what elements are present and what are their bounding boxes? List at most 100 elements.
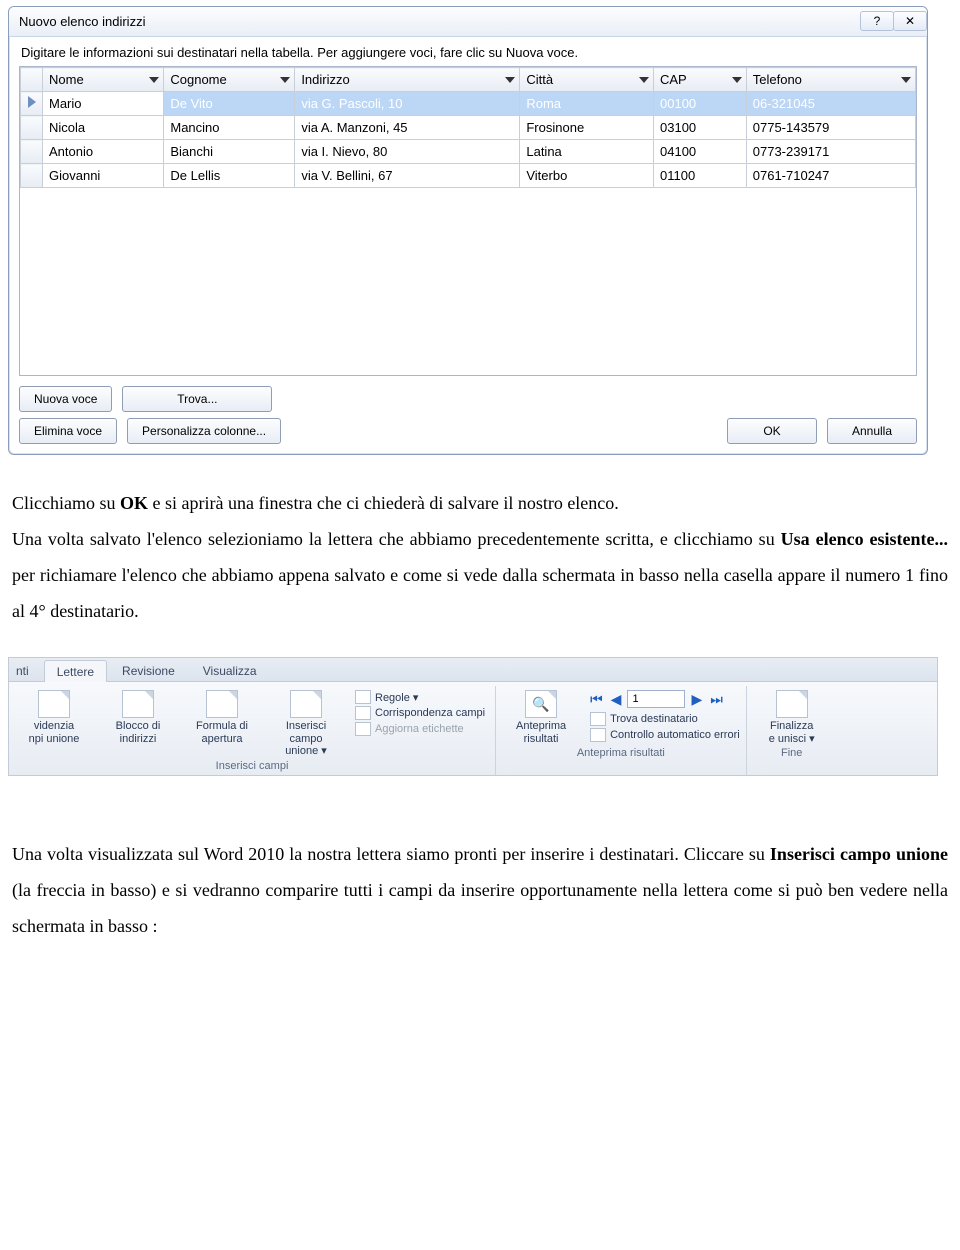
find-button[interactable]: Trova... <box>122 386 272 412</box>
chevron-down-icon[interactable] <box>732 77 742 83</box>
table-cell[interactable]: Nicola <box>43 116 164 140</box>
auto-check-errors-button[interactable]: Controllo automatico errori <box>590 728 740 742</box>
table-cell[interactable]: 01100 <box>654 164 747 188</box>
table-cell[interactable]: Viterbo <box>520 164 654 188</box>
close-button[interactable]: ✕ <box>893 11 927 31</box>
table-cell[interactable]: 0773-239171 <box>746 140 915 164</box>
table-cell[interactable]: 0761-710247 <box>746 164 915 188</box>
column-header-nome[interactable]: Nome <box>43 68 164 92</box>
help-button[interactable]: ? <box>860 11 894 31</box>
table-row[interactable]: GiovanniDe Lellisvia V. Bellini, 67Viter… <box>21 164 916 188</box>
column-header-citta[interactable]: Città <box>520 68 654 92</box>
address-grid[interactable]: Nome Cognome Indirizzo Città CAP Telefon… <box>19 66 917 376</box>
current-row-icon <box>28 96 36 108</box>
table-cell[interactable]: 06-321045 <box>746 92 915 116</box>
record-navigator: ⏮ ◀ ▶ ⏭ <box>586 688 740 710</box>
finish-merge-button[interactable]: Finalizzae unisci ▾ <box>753 688 831 745</box>
update-labels-button: Aggiorna etichette <box>355 722 485 736</box>
word-ribbon: nti Lettere Revisione Visualizza videnzi… <box>8 657 938 776</box>
table-cell[interactable]: Frosinone <box>520 116 654 140</box>
table-cell[interactable]: Mancino <box>164 116 295 140</box>
address-block-button[interactable]: Blocco diindirizzi <box>99 688 177 745</box>
ribbon-tabs: nti Lettere Revisione Visualizza <box>9 658 937 682</box>
document-paragraph: Una volta visualizzata sul Word 2010 la … <box>12 836 948 944</box>
dialog-instruction: Digitare le informazioni sui destinatari… <box>19 43 917 66</box>
tab-lettere[interactable]: Lettere <box>44 660 107 682</box>
next-record-button[interactable]: ▶ <box>689 691 704 708</box>
column-header-cognome[interactable]: Cognome <box>164 68 295 92</box>
row-header[interactable] <box>21 164 43 188</box>
table-cell[interactable]: Antonio <box>43 140 164 164</box>
greeting-line-button[interactable]: Formula diapertura <box>183 688 261 745</box>
group-label: Anteprima risultati <box>577 745 665 762</box>
cancel-button[interactable]: Annulla <box>827 418 917 444</box>
table-cell[interactable]: 03100 <box>654 116 747 140</box>
match-fields-icon <box>355 706 371 720</box>
customize-columns-button[interactable]: Personalizza colonne... <box>127 418 281 444</box>
first-record-button[interactable]: ⏮ <box>588 691 605 708</box>
row-header-corner <box>21 68 43 92</box>
tab-cut[interactable]: nti <box>11 659 42 681</box>
tab-revisione[interactable]: Revisione <box>109 659 188 681</box>
prev-record-button[interactable]: ◀ <box>609 691 624 708</box>
table-row[interactable]: MarioDe Vitovia G. Pascoli, 10Roma001000… <box>21 92 916 116</box>
row-header[interactable] <box>21 92 43 116</box>
document-icon <box>290 690 322 718</box>
check-icon <box>590 728 606 742</box>
ribbon-group-inserisci-campi: videnzianpi unione Blocco diindirizzi Fo… <box>9 686 496 775</box>
tab-visualizza[interactable]: Visualizza <box>190 659 270 681</box>
document-icon <box>122 690 154 718</box>
highlight-merge-fields-button[interactable]: videnzianpi unione <box>15 688 93 745</box>
preview-results-button[interactable]: 🔍 Anteprimarisultati <box>502 688 580 745</box>
table-cell[interactable]: Bianchi <box>164 140 295 164</box>
record-number-input[interactable] <box>627 690 685 708</box>
insert-merge-field-button[interactable]: Inserisci campounione ▾ <box>267 688 345 758</box>
labels-icon <box>355 722 371 736</box>
dialog-titlebar: Nuovo elenco indirizzi ? ✕ <box>9 7 927 37</box>
ok-button[interactable]: OK <box>727 418 817 444</box>
table-cell[interactable]: Giovanni <box>43 164 164 188</box>
table-cell[interactable]: De Vito <box>164 92 295 116</box>
table-cell[interactable]: Roma <box>520 92 654 116</box>
delete-entry-button[interactable]: Elimina voce <box>19 418 117 444</box>
document-paragraph: Clicchiamo su OK e si aprirà una finestr… <box>12 485 948 629</box>
chevron-down-icon[interactable] <box>149 77 159 83</box>
table-cell[interactable]: De Lellis <box>164 164 295 188</box>
match-fields-button[interactable]: Corrispondenza campi <box>355 706 485 720</box>
document-icon <box>38 690 70 718</box>
chevron-down-icon[interactable] <box>639 77 649 83</box>
row-header[interactable] <box>21 116 43 140</box>
table-cell[interactable]: 00100 <box>654 92 747 116</box>
rules-icon <box>355 690 371 704</box>
column-header-indirizzo[interactable]: Indirizzo <box>295 68 520 92</box>
row-header[interactable] <box>21 140 43 164</box>
chevron-down-icon[interactable] <box>505 77 515 83</box>
finish-icon <box>776 690 808 718</box>
new-entry-button[interactable]: Nuova voce <box>19 386 112 412</box>
last-record-button[interactable]: ⏭ <box>708 691 725 708</box>
column-header-cap[interactable]: CAP <box>654 68 747 92</box>
table-cell[interactable]: via A. Manzoni, 45 <box>295 116 520 140</box>
ribbon-group-fine: Finalizzae unisci ▾ Fine <box>747 686 837 775</box>
table-cell[interactable]: via I. Nievo, 80 <box>295 140 520 164</box>
table-row[interactable]: NicolaMancinovia A. Manzoni, 45Frosinone… <box>21 116 916 140</box>
new-address-list-dialog: Nuovo elenco indirizzi ? ✕ Digitare le i… <box>8 6 928 455</box>
table-cell[interactable]: Mario <box>43 92 164 116</box>
dialog-body: Digitare le informazioni sui destinatari… <box>9 37 927 454</box>
column-header-telefono[interactable]: Telefono <box>746 68 915 92</box>
group-label: Inserisci campi <box>216 758 289 775</box>
table-cell[interactable]: 0775-143579 <box>746 116 915 140</box>
table-cell[interactable]: via G. Pascoli, 10 <box>295 92 520 116</box>
chevron-down-icon[interactable] <box>901 77 911 83</box>
group-label: Fine <box>781 745 802 762</box>
table-row[interactable]: AntonioBianchivia I. Nievo, 80Latina0410… <box>21 140 916 164</box>
magnifier-icon: 🔍 <box>525 690 557 718</box>
table-cell[interactable]: 04100 <box>654 140 747 164</box>
table-cell[interactable]: via V. Bellini, 67 <box>295 164 520 188</box>
rules-button[interactable]: Regole ▾ <box>355 690 485 704</box>
find-recipient-button[interactable]: Trova destinatario <box>590 712 740 726</box>
ribbon-group-anteprima-risultati: 🔍 Anteprimarisultati ⏮ ◀ ▶ ⏭ Trova desti… <box>496 686 747 775</box>
table-cell[interactable]: Latina <box>520 140 654 164</box>
find-icon <box>590 712 606 726</box>
chevron-down-icon[interactable] <box>280 77 290 83</box>
